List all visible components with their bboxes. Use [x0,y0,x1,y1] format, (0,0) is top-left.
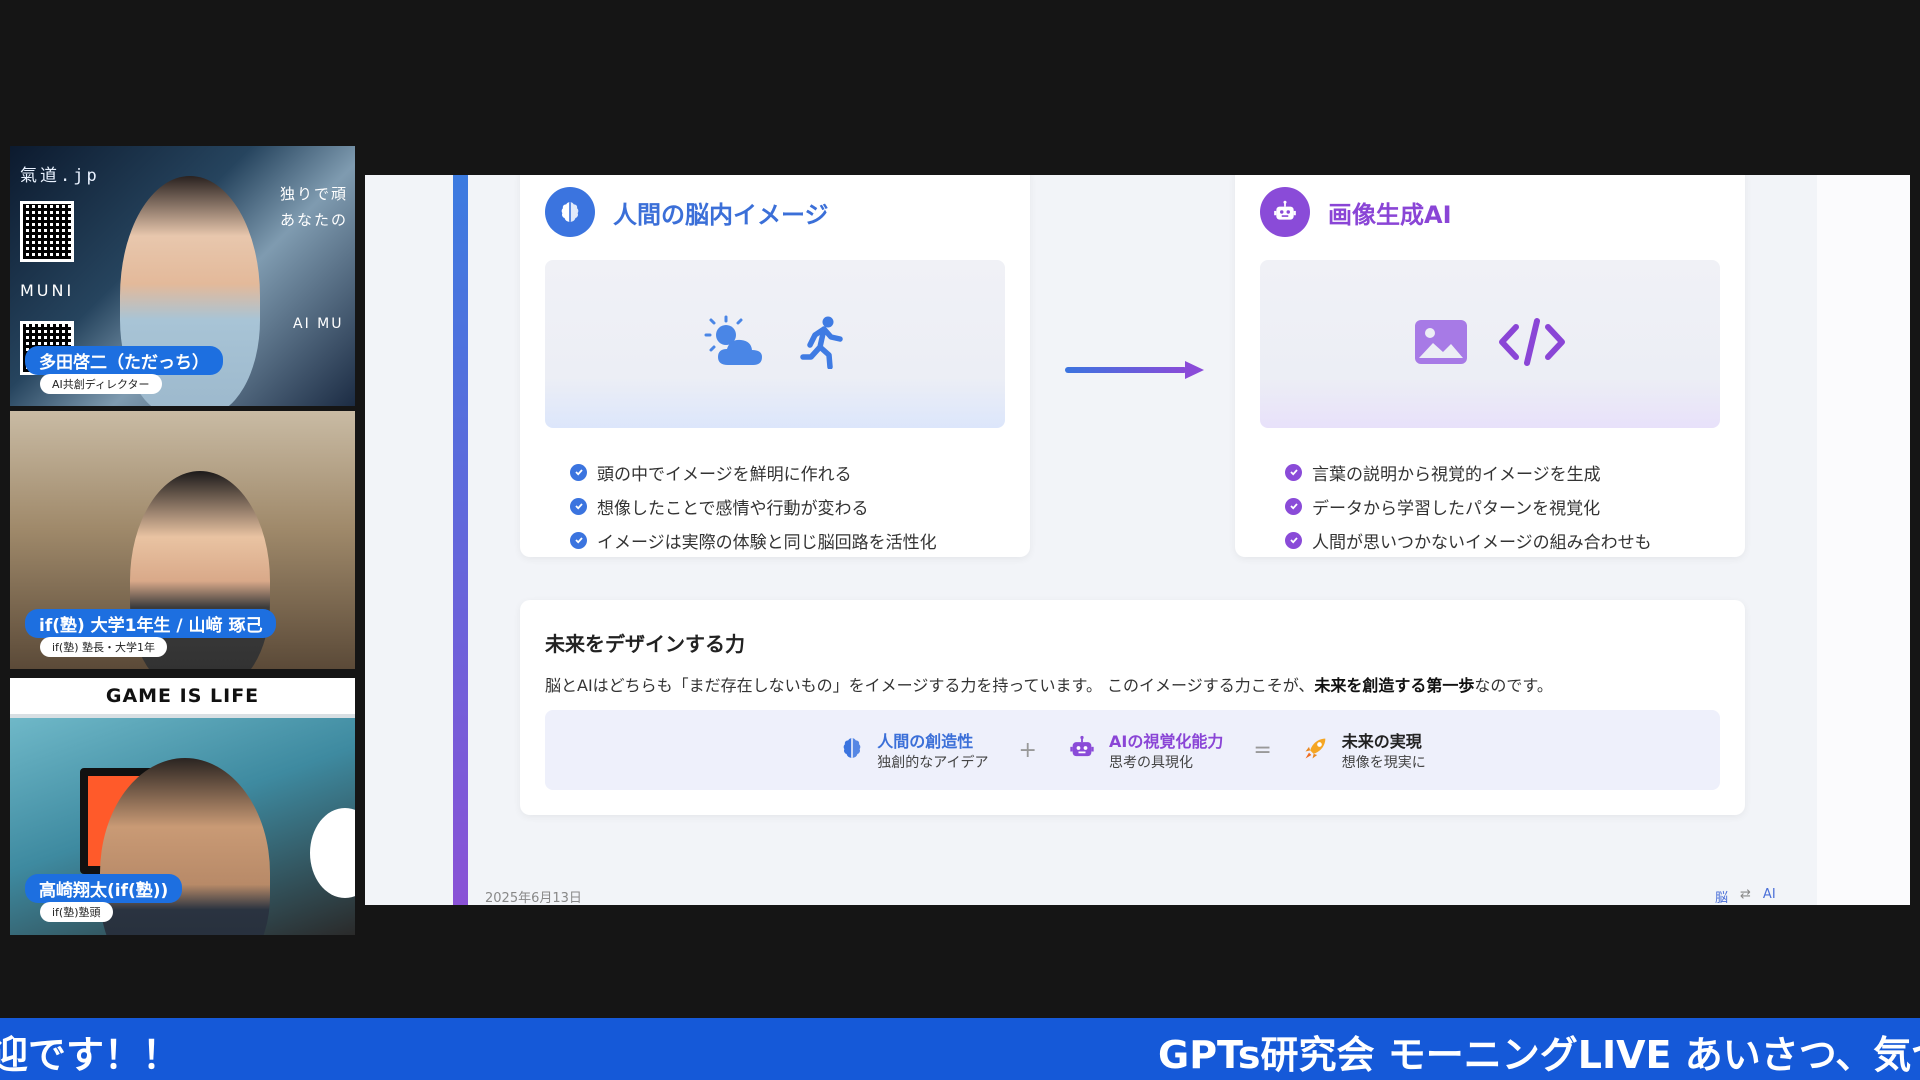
image-ai-card: 画像生成AI 言葉の説明から視覚的イメージを生成 データから学習したパターンを視… [1235,175,1745,557]
speech-bubble [310,808,355,898]
code-icon [1498,317,1566,371]
check-icon [1285,463,1302,481]
list-item: 想像したことで感情や行動が変わる [570,489,937,523]
robot-icon [1067,734,1097,766]
term-sub: 想像を現実に [1341,755,1426,771]
backdrop-headline-text: 独りで頑 あなたの [280,185,349,229]
human-brain-card: 人間の脳内イメージ 頭の中でイメージを鮮明に作れる 想像したことで感情や行動が変… [520,175,1030,557]
card-header: 画像生成AI [1260,187,1452,237]
card-title: 人間の脳内イメージ [613,200,829,229]
bullet-text: 言葉の説明から視覚的イメージを生成 [1312,464,1601,485]
bullet-text: 人間が思いつかないイメージの組み合わせも [1312,532,1652,553]
shared-slide: 人間の脳内イメージ 頭の中でイメージを鮮明に作れる 想像したことで感情や行動が変… [365,175,1910,905]
participant-role-tag: AI共創ディレクター [40,374,162,394]
slide-footer-label: 脳 ⇄ AI [1715,887,1776,905]
brain-icon [545,187,595,237]
check-icon [1285,531,1302,549]
participant-name-tag: 多田啓二（ただっち） [25,346,223,375]
swap-arrows-icon: ⇄ [1740,887,1751,902]
term-sub: 独創的なアイデア [877,755,989,771]
plus-operator: + [1018,737,1037,763]
backdrop-site-text: 氣道.jp [20,166,100,186]
list-item: 人間が思いつかないイメージの組み合わせも [1285,523,1652,557]
check-icon [570,531,587,549]
ticker-text-right: GPTs研究会 モーニングLIVE あいさつ、気づ [1158,1033,1920,1077]
list-item: 頭の中でイメージを鮮明に作れる [570,455,937,489]
creativity-formula: 人間の創造性 独創的なアイデア + AIの視覚化能力 思考の具現化 = 未来の実… [545,710,1720,790]
participant-video-tadachi[interactable]: 氣道.jp 独りで頑 あなたの MUNI AI MU 多田啓二（ただっち） AI… [10,146,355,406]
bullet-text: イメージは実際の体験と同じ脳回路を活性化 [597,532,937,553]
check-icon [1285,497,1302,515]
backdrop-muni-text: MUNI [20,281,75,300]
rocket-icon [1302,734,1330,766]
term-label: AIの視覚化能力 [1108,732,1224,751]
future-title: 未来をデザインする力 [545,632,745,656]
equals-operator: = [1253,737,1272,763]
backdrop-qr-code [20,201,74,262]
bullet-text: データから学習したパターンを視覚化 [1312,498,1601,519]
ticker-text-left: 迎です！！ [0,1033,181,1077]
participant-role-tag: if(塾)塾頭 [40,902,113,922]
future-description: 脳とAIはどちらも「まだ存在しないもの」をイメージする力を持っています。 このイ… [545,676,1553,695]
term-label: 人間の創造性 [877,732,974,751]
news-ticker: 迎です！！ GPTs研究会 モーニングLIVE あいさつ、気づ [0,1018,1920,1080]
term-sub: 思考の具現化 [1108,755,1193,771]
card-visual [545,260,1005,428]
bullet-text: 頭の中でイメージを鮮明に作れる [597,464,852,485]
check-icon [570,463,587,481]
participant-video-yamazaki[interactable]: if(塾) 大学1年生 / 山﨑 琢己 if(塾) 塾長・大学1年 [10,411,355,669]
ai-bullet-list: 言葉の説明から視覚的イメージを生成 データから学習したパターンを視覚化 人間が思… [1285,455,1652,557]
participant-video-takasaki[interactable]: GAME IS LIFE 高崎翔太(if(塾)) if(塾)塾頭 [10,678,355,935]
arrow-right-icon [1065,360,1205,384]
robot-icon [1260,187,1310,237]
list-item: 言葉の説明から視覚的イメージを生成 [1285,455,1652,489]
game-is-life-banner: GAME IS LIFE [10,678,355,714]
sun-cloud-icon [704,315,770,373]
participant-name-tag: if(塾) 大学1年生 / 山﨑 琢己 [25,609,277,638]
slide-margin [1817,175,1910,905]
participant-role-tag: if(塾) 塾長・大学1年 [40,637,168,657]
future-design-card: 未来をデザインする力 脳とAIはどちらも「まだ存在しないもの」をイメージする力を… [520,600,1745,815]
running-person-icon [800,315,846,373]
formula-term-ai: AIの視覚化能力 思考の具現化 [1067,728,1223,772]
bullet-text: 想像したことで感情や行動が変わる [597,498,869,519]
card-visual [1260,260,1720,428]
slide-accent-bar [453,175,468,905]
brain-icon [839,734,865,766]
slide-date: 2025年6月13日 [485,891,582,905]
list-item: イメージは実際の体験と同じ脳回路を活性化 [570,523,937,557]
human-bullet-list: 頭の中でイメージを鮮明に作れる 想像したことで感情や行動が変わる イメージは実際… [570,455,937,557]
card-title: 画像生成AI [1328,200,1452,229]
participant-name-tag: 高崎翔太(if(塾)) [25,874,183,903]
card-header: 人間の脳内イメージ [545,187,829,237]
formula-term-future: 未来の実現 想像を現実に [1302,728,1426,772]
term-label: 未来の実現 [1341,732,1422,751]
list-item: データから学習したパターンを視覚化 [1285,489,1652,523]
backdrop-ai-text: AI MU [293,316,344,332]
image-icon [1414,319,1468,369]
check-icon [570,497,587,515]
formula-term-human: 人間の創造性 独創的なアイデア [839,728,989,772]
